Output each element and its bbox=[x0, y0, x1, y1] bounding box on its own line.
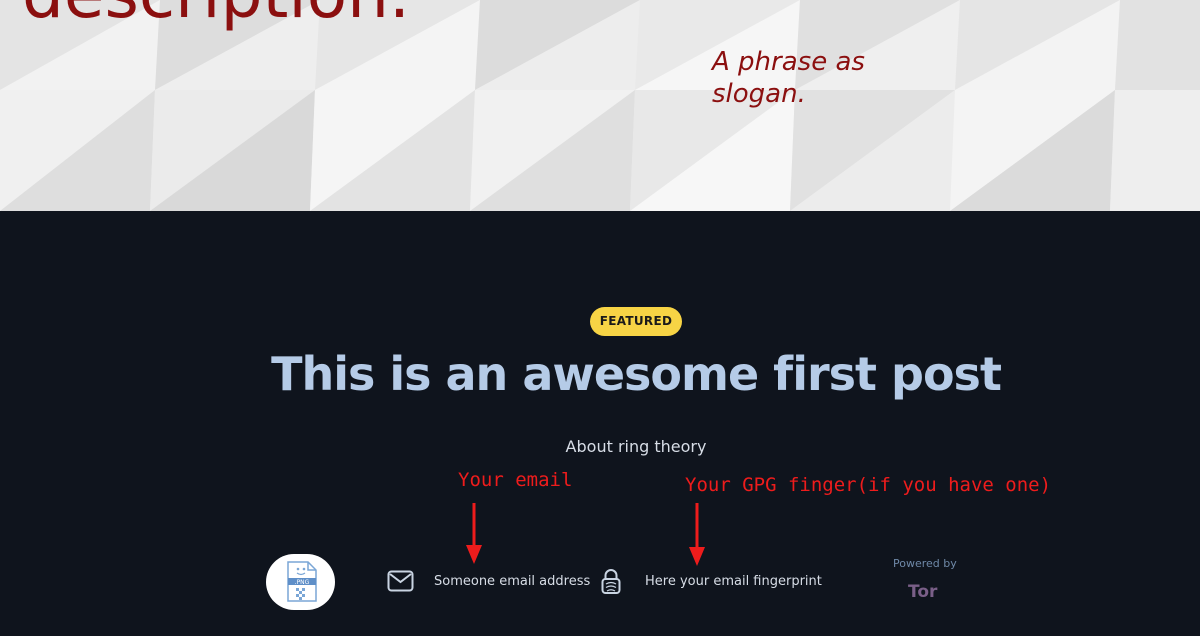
hero-banner: description. A phrase as slogan. bbox=[0, 0, 1200, 211]
tor-logo-link[interactable]: Tor bbox=[908, 581, 937, 603]
site-slogan: A phrase as slogan. bbox=[712, 47, 865, 109]
gpg-fingerprint-link[interactable]: Here your email fingerprint bbox=[645, 573, 822, 591]
png-file-label: .PNG bbox=[294, 579, 309, 586]
email-address-link[interactable]: Someone email address bbox=[434, 573, 590, 591]
png-file-icon: .PNG bbox=[286, 561, 317, 602]
post-title-link[interactable]: This is an awesome first post bbox=[0, 345, 1200, 403]
post-subtitle: About ring theory bbox=[565, 437, 707, 456]
site-description-heading: description. bbox=[22, 0, 410, 34]
powered-by-label: Powered by bbox=[893, 557, 957, 570]
email-annotation: Your email bbox=[458, 469, 573, 491]
gpg-annotation: Your GPG finger(if you have one) bbox=[685, 474, 1052, 496]
site-footer bbox=[0, 545, 1200, 636]
gpg-lock-icon bbox=[601, 569, 621, 594]
featured-badge: FEATURED bbox=[590, 307, 682, 336]
site-logo-button[interactable]: .PNG bbox=[266, 554, 335, 610]
envelope-icon bbox=[387, 570, 414, 592]
